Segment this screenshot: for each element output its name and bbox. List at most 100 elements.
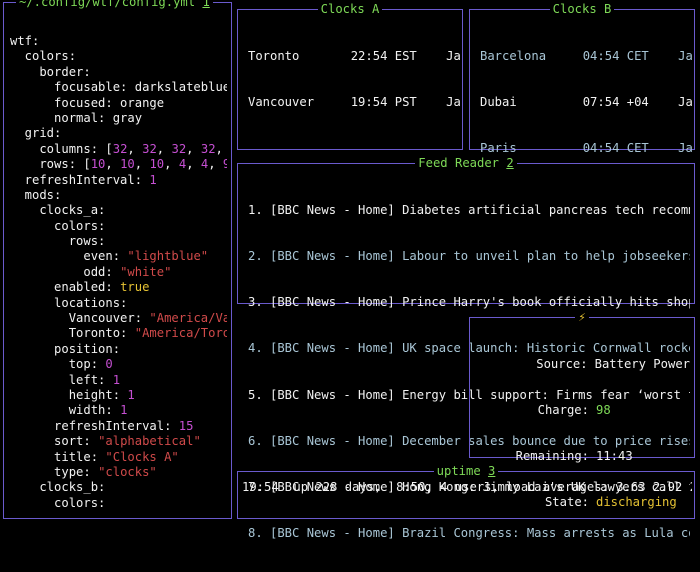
config-token: 1: [112, 372, 121, 387]
config-token: 32: [142, 141, 157, 156]
config-line: colors:: [10, 219, 227, 234]
config-token: height:: [10, 387, 128, 402]
config-line: colors:: [10, 49, 227, 64]
config-token: ,: [156, 141, 172, 156]
clocks-b-pane[interactable]: Clocks B Barcelona 04:54 CET Jan Dubai 0…: [469, 2, 695, 155]
config-token: 32: [200, 141, 216, 156]
config-line: even: "lightblue": [10, 249, 227, 264]
config-token: 10: [149, 157, 165, 172]
config-token: "America/Va: [149, 311, 227, 326]
config-token: type:: [10, 464, 99, 479]
config-line: grid:: [10, 126, 227, 141]
config-token: ,: [134, 157, 150, 172]
config-token: ,: [164, 157, 179, 172]
config-line: rows:: [10, 234, 227, 249]
feed-item[interactable]: 1. [BBC News - Home] Diabetes artificial…: [248, 203, 690, 218]
config-token: 10: [90, 157, 106, 172]
config-token: position:: [10, 341, 121, 356]
config-token: locations:: [10, 295, 128, 310]
config-token: enabled:: [10, 280, 121, 295]
config-line: title: "Clocks A": [10, 450, 227, 465]
config-line: locations:: [10, 296, 227, 311]
clocks-a-title-bar: Clocks A: [238, 1, 462, 17]
clock-row: Toronto 22:54 EST Jan: [248, 48, 460, 63]
config-line: refreshInterval: 1: [10, 173, 227, 188]
config-token: clocks_b:: [10, 480, 106, 495]
config-pane-title: ~/.config/wtf/config.yml 1: [16, 0, 213, 10]
config-token: Vancouver:: [10, 311, 150, 326]
config-token: refreshInterval:: [10, 418, 179, 433]
clock-row: Dubai 07:54 +04 Jan: [480, 95, 692, 110]
config-line: position:: [10, 342, 227, 357]
lightning-icon: ⚡: [575, 310, 589, 324]
uptime-text: 19:54 up 228 days, 8:50, 4 users, load a…: [242, 480, 692, 494]
config-token: colors:: [10, 495, 106, 510]
config-token: ,: [186, 157, 201, 172]
clock-row: Barcelona 04:54 CET Jan: [480, 48, 692, 63]
config-token: sort:: [10, 434, 99, 449]
config-line: sort: "alphabetical": [10, 434, 227, 449]
feed-reader-title-bar: Feed Reader 2: [238, 155, 694, 171]
config-line: odd: "white": [10, 265, 227, 280]
clock-row: Vancouver 19:54 PST Jan: [248, 95, 460, 110]
clocks-a-pane[interactable]: Clocks A Toronto 22:54 EST Jan Vancouver…: [237, 2, 463, 150]
uptime-pane[interactable]: uptime 3 19:54 up 228 days, 8:50, 4 user…: [237, 464, 695, 519]
config-token: rows: [: [10, 157, 91, 172]
config-token: refreshInterval:: [10, 172, 150, 187]
config-token: ,: [215, 141, 223, 156]
config-token: even:: [10, 249, 128, 264]
config-line: enabled: true: [10, 280, 227, 295]
config-content: wtf: colors: border: focusable: darkslat…: [10, 34, 227, 514]
config-token: width:: [10, 403, 121, 418]
power-title-bar: ⚡: [470, 309, 694, 325]
config-line: Vancouver: "America/Va: [10, 311, 227, 326]
config-line: mods:: [10, 188, 227, 203]
config-token: 1: [120, 403, 128, 418]
config-token: wtf:: [10, 34, 40, 48]
config-token: "America/Toro: [134, 326, 227, 341]
config-token: ,: [186, 141, 201, 156]
config-token: border:: [10, 64, 91, 79]
config-token: grid:: [10, 126, 62, 141]
config-line: normal: gray: [10, 111, 227, 126]
config-token: left:: [10, 372, 113, 387]
config-token: "Clocks A": [105, 449, 179, 464]
config-token: "white": [120, 264, 172, 279]
feed-item[interactable]: 2. [BBC News - Home] Labour to unveil pl…: [248, 249, 690, 264]
config-token: colors:: [10, 49, 77, 64]
config-line: top: 0: [10, 357, 227, 372]
config-token: ,: [105, 157, 121, 172]
config-token: normal: gray: [10, 110, 143, 125]
config-token: 9: [222, 157, 227, 172]
feed-reader-pane[interactable]: Feed Reader 2 1. [BBC News - Home] Diabe…: [237, 156, 695, 540]
config-token: 10: [120, 157, 135, 172]
power-pane[interactable]: ⚡ Source: Battery Power Charge: 98 Remaini…: [469, 310, 695, 509]
config-line: colors:: [10, 496, 227, 511]
clocks-a-content: Toronto 22:54 EST Jan Vancouver 19:54 PS…: [248, 18, 460, 141]
config-line: clocks_a:: [10, 203, 227, 218]
config-line: rows: [10, 10, 10, 4, 4, 9: [10, 157, 227, 172]
config-token: "lightblue": [127, 249, 209, 264]
config-line: clocks_b:: [10, 480, 227, 495]
config-token: odd:: [10, 264, 121, 279]
config-token: 0: [105, 357, 113, 372]
config-token: Toronto:: [10, 326, 135, 341]
config-token: columns: [: [10, 141, 113, 156]
config-line: focusable: darkslateblue: [10, 80, 227, 95]
config-number: 1: [202, 0, 210, 9]
config-token: 1: [127, 387, 135, 402]
config-pane[interactable]: ~/.config/wtf/config.yml 1 wtf: colors: …: [3, 0, 232, 519]
config-token: true: [120, 280, 150, 295]
charge-value: 98: [596, 403, 611, 418]
config-token: "alphabetical": [98, 434, 201, 449]
config-line: refreshInterval: 15: [10, 419, 227, 434]
config-token: focused: orange: [10, 95, 165, 110]
config-token: rows:: [10, 234, 106, 249]
config-token: mods:: [10, 187, 62, 202]
config-token: focusable: darkslateblue: [10, 80, 227, 95]
clocks-b-title: Clocks B: [549, 2, 615, 16]
config-line: type: "clocks": [10, 465, 227, 480]
config-title: ~/.config/wtf/config.yml: [19, 0, 196, 9]
config-token: ,: [208, 157, 223, 172]
config-line: wtf:: [10, 34, 227, 49]
